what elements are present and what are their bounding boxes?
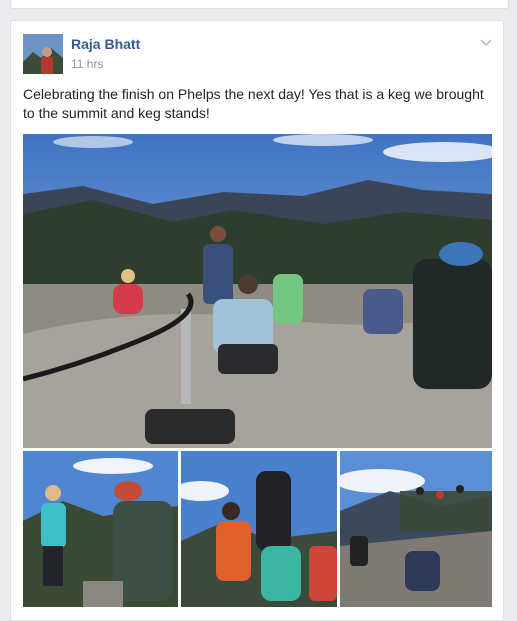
post-photo-thumbnail[interactable] [340,451,492,607]
author-name-link[interactable]: Raja Bhatt [71,36,140,52]
post-photo-thumbnail[interactable] [23,451,178,607]
post-timestamp[interactable]: 11 hrs [71,57,103,71]
post-card: Raja Bhatt 11 hrs Celebrating the finish… [10,20,504,621]
avatar[interactable] [23,34,63,74]
post-text: Celebrating the finish on Phelps the nex… [23,86,484,121]
post-photo-thumbnail[interactable] [181,451,337,607]
page-edge [512,0,517,621]
chevron-down-icon[interactable] [479,35,493,49]
previous-card-edge [10,0,509,9]
post-photo-main[interactable] [23,134,492,448]
